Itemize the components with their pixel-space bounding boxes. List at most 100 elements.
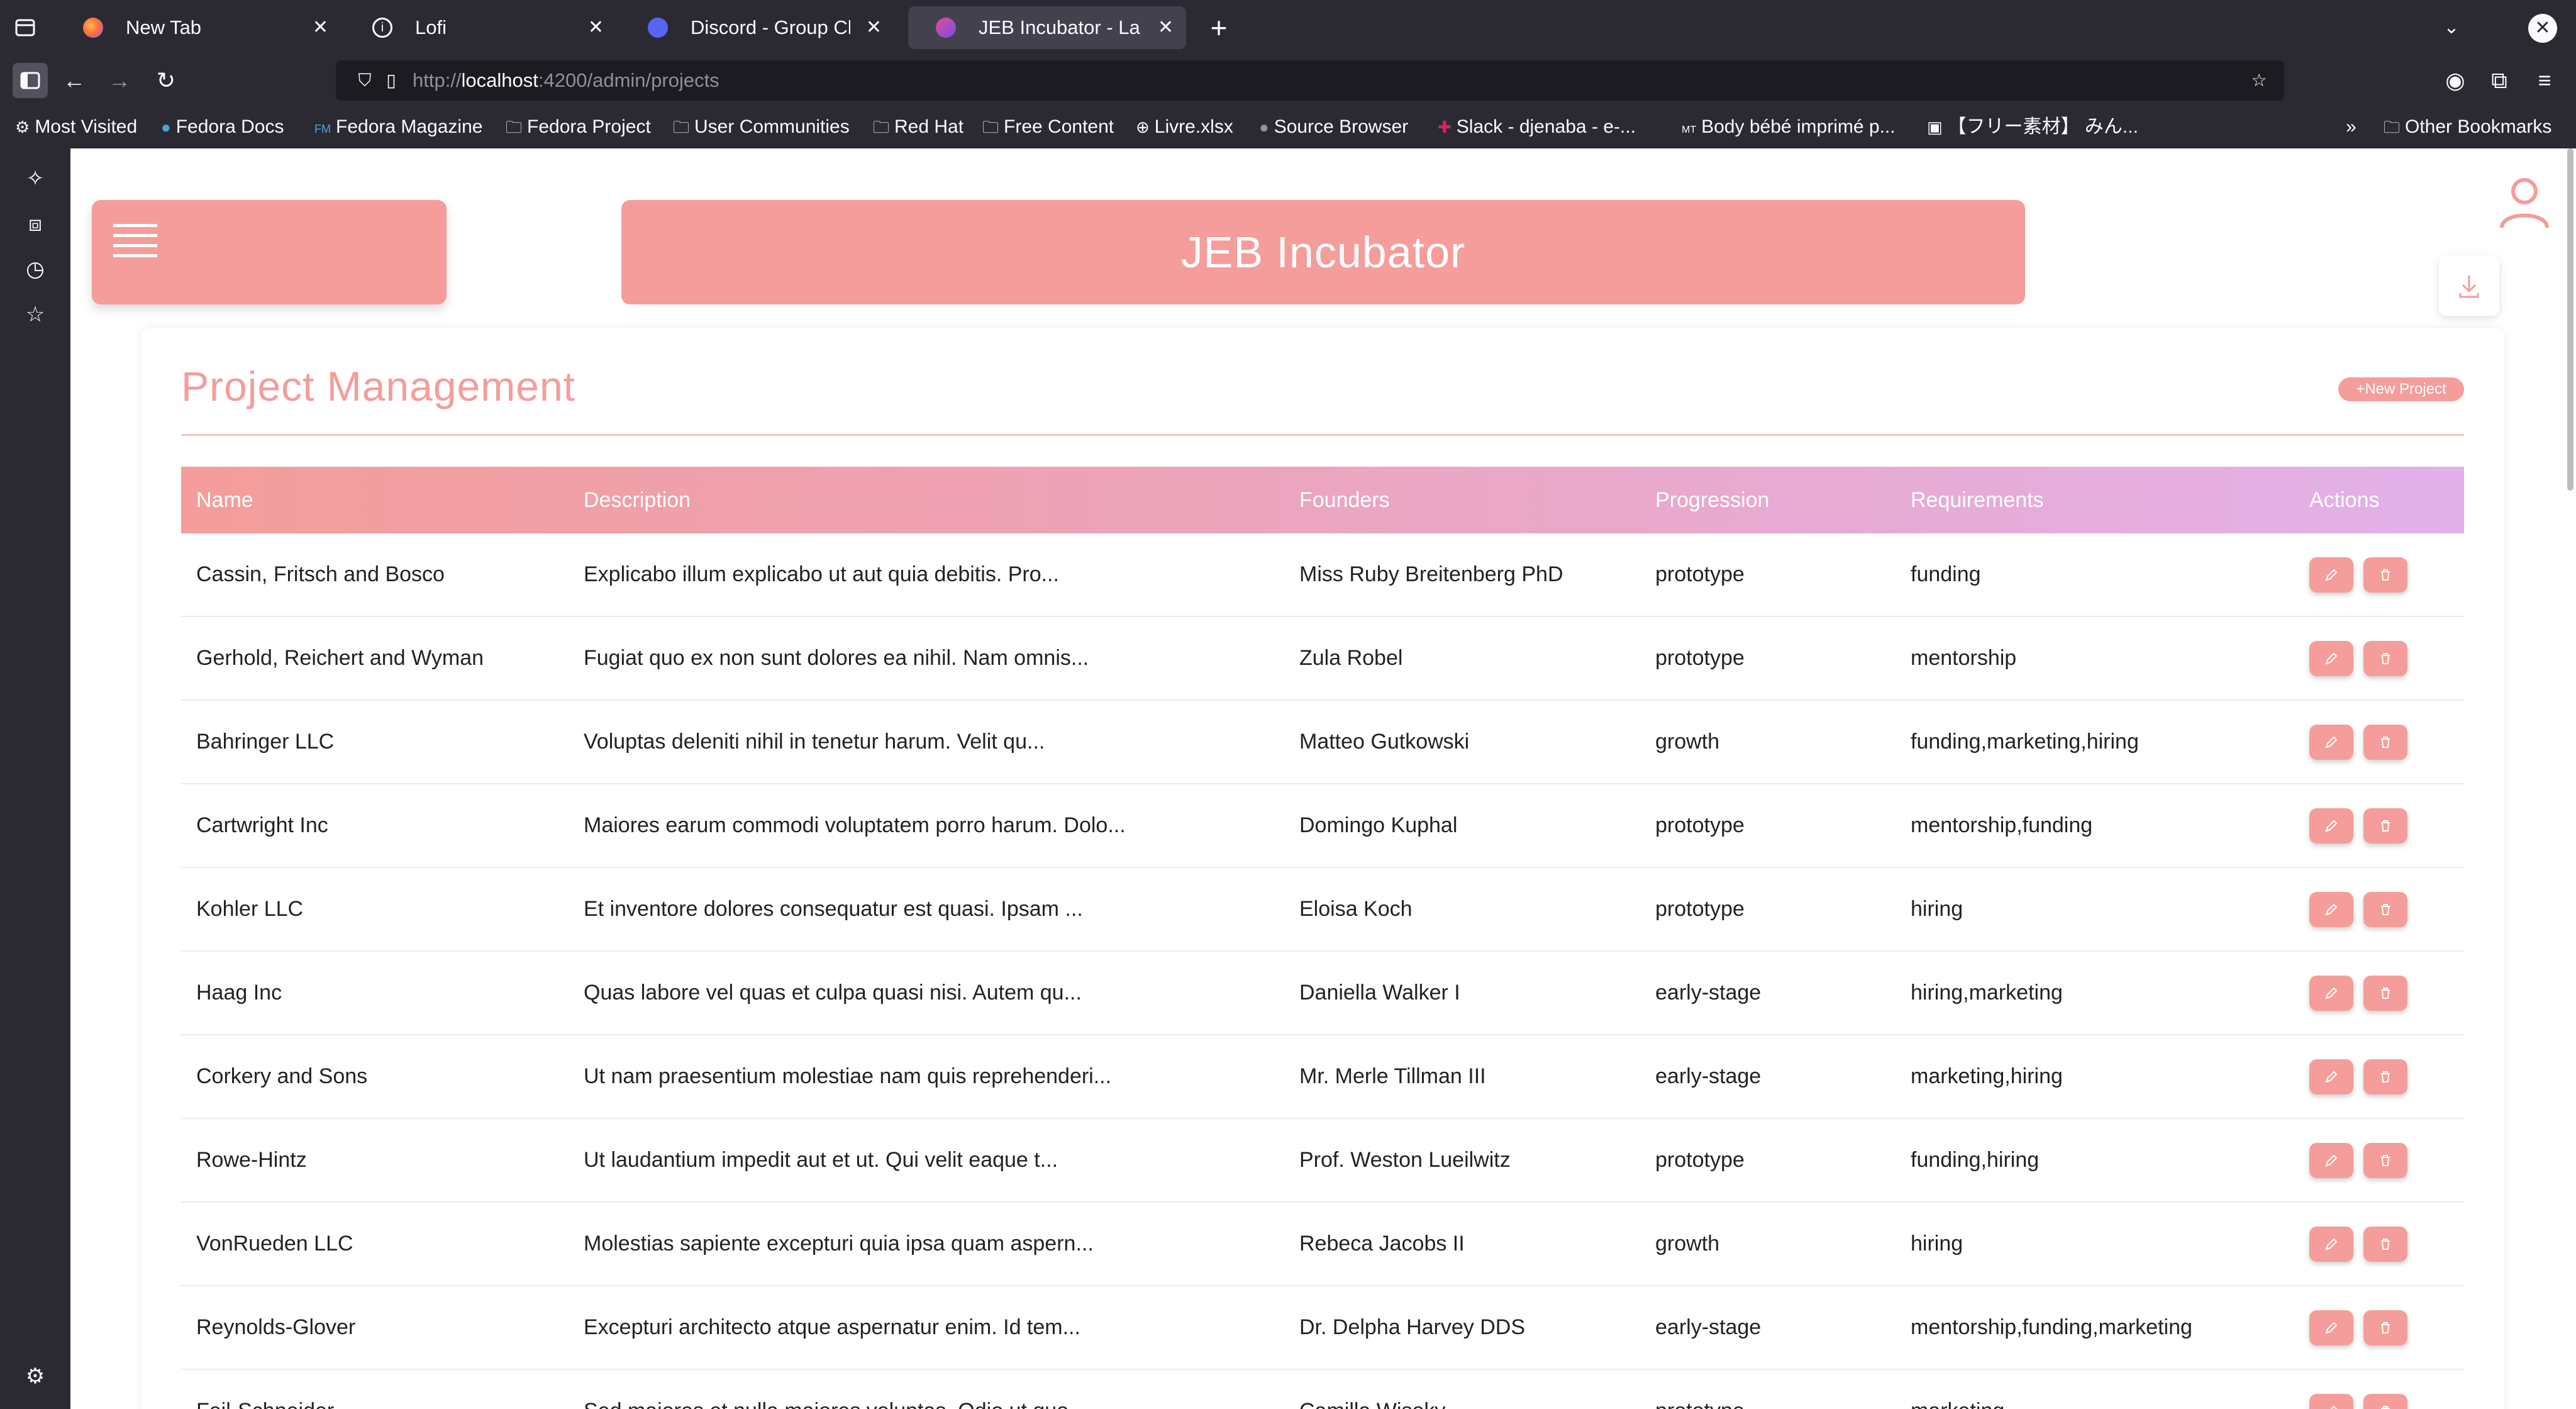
cell-founders: Zula Robel [1284, 616, 1640, 701]
pencil-icon [2325, 820, 2338, 832]
window-close-button[interactable]: ✕ [2528, 14, 2557, 43]
cell-description: Ut nam praesentium molestiae nam quis re… [569, 1035, 1284, 1119]
bookmark-item[interactable]: 🗀 Red Hat [873, 106, 963, 148]
edit-button[interactable] [2309, 1393, 2353, 1409]
plus-icon: + [2356, 381, 2365, 398]
user-profile-icon[interactable] [2494, 172, 2555, 233]
close-icon[interactable]: ✕ [866, 6, 882, 49]
bookmark-item[interactable]: ⊕ Livre.xlsx [1136, 106, 1233, 148]
cell-requirements: hiring [1896, 1202, 2294, 1286]
bookmark-item[interactable]: ✚ Slack - djenaba - e-... [1438, 106, 1636, 148]
column-header-name[interactable]: Name [181, 467, 569, 533]
cell-progression: prototype [1640, 616, 1896, 701]
cell-requirements: marketing [1896, 1369, 2294, 1409]
delete-button[interactable] [2363, 1393, 2407, 1409]
tab-lofi[interactable]: i Lofi ✕ [345, 6, 616, 49]
delete-button[interactable] [2363, 557, 2407, 593]
download-button[interactable] [2439, 255, 2499, 316]
bookmark-label: Most Visited [35, 116, 138, 137]
bookmark-item[interactable]: 🗀 Free Content [982, 106, 1114, 148]
bookmark-item[interactable]: 🗀 User Communities [673, 106, 850, 148]
edit-button[interactable] [2309, 557, 2353, 593]
bookmark-item[interactable]: ▣ 【フリー素材】 みん... [1927, 106, 2138, 148]
chevron-right-icon[interactable]: » [2346, 106, 2357, 148]
delete-button[interactable] [2363, 1059, 2407, 1094]
tab-new-tab[interactable]: New Tab ✕ [55, 6, 341, 49]
column-header-description[interactable]: Description [569, 467, 1284, 533]
synced-tabs-icon[interactable]: ⧈ [21, 210, 49, 238]
account-icon[interactable]: ◉ [2438, 63, 2473, 98]
url-text[interactable]: http://localhost:4200/admin/projects [413, 60, 719, 101]
bookmark-item[interactable]: ⚙ Most Visited [15, 106, 137, 148]
edit-button[interactable] [2309, 1059, 2353, 1094]
column-header-founders[interactable]: Founders [1284, 467, 1640, 533]
delete-button[interactable] [2363, 808, 2407, 844]
bookmark-item[interactable]: ● Fedora Docs [161, 106, 284, 148]
tab-discord[interactable]: Discord - Group Chat Th ✕ [620, 6, 894, 49]
close-icon[interactable]: ✕ [1158, 6, 1174, 49]
back-arrow-icon[interactable]: ← [57, 63, 92, 98]
url-bar[interactable]: ⛉ ▯ http://localhost:4200/admin/projects… [336, 60, 2284, 101]
delete-button[interactable] [2363, 640, 2407, 676]
edit-button[interactable] [2309, 1226, 2353, 1262]
reload-icon[interactable]: ↻ [148, 63, 184, 98]
bookmark-item[interactable]: MT Body bébé imprimé p... [1682, 106, 1896, 152]
delete-button[interactable] [2363, 724, 2407, 760]
cell-name: VonRueden LLC [181, 1202, 569, 1286]
edit-button[interactable] [2309, 640, 2353, 676]
tab-jeb-incubator[interactable]: JEB Incubator - La Drea ✕ [908, 6, 1186, 49]
app-icon [936, 18, 956, 38]
extensions-icon[interactable]: ⧉ [2482, 63, 2517, 98]
sidebar-toggle-icon[interactable] [13, 63, 48, 98]
divider [181, 434, 2464, 436]
edit-button[interactable] [2309, 891, 2353, 927]
edit-button[interactable] [2309, 1142, 2353, 1178]
page-scrollbar[interactable] [2567, 148, 2573, 491]
star-icon[interactable]: ☆ [2248, 69, 2270, 92]
column-header-progression[interactable]: Progression [1640, 467, 1896, 533]
delete-button[interactable] [2363, 1226, 2407, 1262]
edit-button[interactable] [2309, 975, 2353, 1011]
pencil-icon [2330, 1405, 2338, 1409]
close-icon[interactable]: ✕ [588, 6, 604, 49]
delete-button[interactable] [2363, 1310, 2407, 1345]
forward-arrow-icon[interactable]: → [102, 63, 137, 98]
bookmarks-toolbar: ⚙ Most Visited ● Fedora Docs FM Fedora Maga… [0, 106, 2576, 148]
new-project-button[interactable]: +New Project [2338, 377, 2464, 401]
bookmark-label: Slack - djenaba - e-... [1456, 116, 1636, 137]
browser-sidebar: ✧ ⧈ ◷ ☆ ⚙ [0, 148, 70, 1409]
ai-chat-icon[interactable]: ✧ [21, 165, 49, 192]
history-icon[interactable]: ◷ [21, 255, 49, 283]
cell-founders: Rebeca Jacobs II [1284, 1202, 1640, 1286]
page-icon[interactable]: ▯ [380, 69, 402, 92]
cell-description: Maiores earum commodi voluptatem porro h… [569, 784, 1284, 868]
bookmark-item[interactable]: FM Fedora Magazine [314, 106, 482, 150]
menu-icon[interactable]: ≡ [2527, 63, 2562, 98]
column-header-requirements[interactable]: Requirements [1896, 467, 2294, 533]
table-row: Gerhold, Reichert and Wyman Fugiat quo ex… [181, 616, 2464, 701]
edit-button[interactable] [2309, 808, 2353, 844]
settings-icon[interactable]: ⚙ [21, 1362, 49, 1390]
other-bookmarks[interactable]: 🗀 Other Bookmarks [2384, 106, 2551, 148]
bookmarks-icon[interactable]: ☆ [21, 301, 49, 328]
tab-manager-icon[interactable] [11, 14, 39, 42]
delete-button[interactable] [2363, 975, 2407, 1011]
cell-name: Corkery and Sons [181, 1035, 569, 1119]
chevron-down-icon[interactable]: ⌄ [2433, 9, 2470, 47]
trash-icon [2381, 1238, 2390, 1250]
edit-button[interactable] [2309, 1310, 2353, 1345]
bookmark-item[interactable]: ● Source Browser [1259, 106, 1408, 148]
bookmark-item[interactable]: 🗀 Fedora Project [506, 106, 651, 148]
close-icon[interactable]: ✕ [313, 6, 328, 49]
hamburger-menu-icon[interactable] [113, 223, 158, 260]
cell-founders: Mr. Merle Tillman III [1284, 1035, 1640, 1119]
cell-name: Feil-Schneider [181, 1369, 569, 1409]
folder-icon: 🗀 [673, 118, 690, 136]
delete-button[interactable] [2363, 891, 2407, 927]
cell-founders: Domingo Kuphal [1284, 784, 1640, 868]
edit-button[interactable] [2309, 724, 2353, 760]
shield-icon[interactable]: ⛉ [353, 69, 376, 92]
delete-button[interactable] [2363, 1142, 2407, 1178]
new-tab-button[interactable]: + [1200, 9, 1238, 47]
cell-requirements: mentorship [1896, 616, 2294, 701]
